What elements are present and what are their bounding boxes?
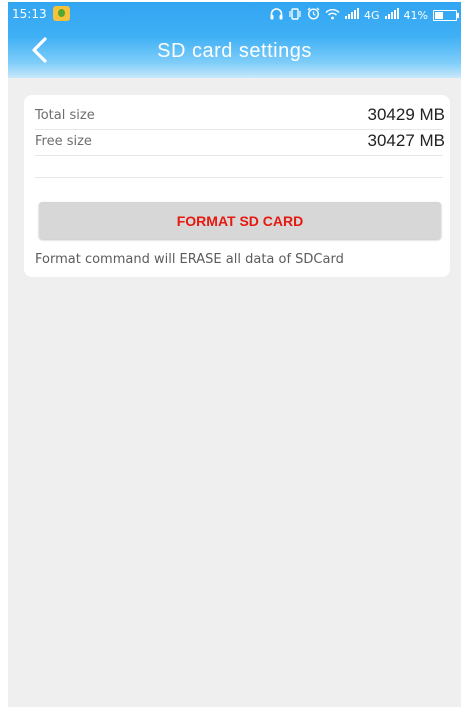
battery-percent: 41% <box>403 8 428 22</box>
wifi-icon <box>325 8 340 23</box>
app-notification-icon <box>53 6 70 21</box>
status-icons: 4G 41% <box>270 6 459 24</box>
cell-signal-icon-2 <box>384 8 399 22</box>
vibrate-icon <box>288 7 302 23</box>
cell-signal-icon <box>345 8 360 22</box>
page-title: SD card settings <box>157 40 312 62</box>
free-size-row: Free size 30427 MB <box>35 129 446 156</box>
format-warning-text: Format command will ERASE all data of SD… <box>35 252 344 267</box>
network-type-label: 4G <box>364 8 380 22</box>
total-size-label: Total size <box>35 108 95 123</box>
alarm-icon <box>307 7 320 23</box>
sd-card-info-panel: Total size 30429 MB Free size 30427 MB F… <box>24 95 450 277</box>
app-screen: 15:13 4G 41% SD card settings Total size… <box>8 2 461 707</box>
status-bar: 15:13 4G 41% <box>8 2 461 28</box>
header-bar: 15:13 4G 41% SD card settings <box>8 2 461 78</box>
status-time: 15:13 <box>12 7 47 21</box>
format-sd-card-button[interactable]: FORMAT SD CARD <box>39 202 441 239</box>
free-size-label: Free size <box>35 134 92 149</box>
battery-icon <box>433 9 459 21</box>
total-size-row: Total size 30429 MB <box>35 103 446 130</box>
divider <box>35 177 443 178</box>
headphones-icon <box>270 7 283 23</box>
free-size-value: 30427 MB <box>367 131 446 150</box>
total-size-value: 30429 MB <box>367 105 446 124</box>
